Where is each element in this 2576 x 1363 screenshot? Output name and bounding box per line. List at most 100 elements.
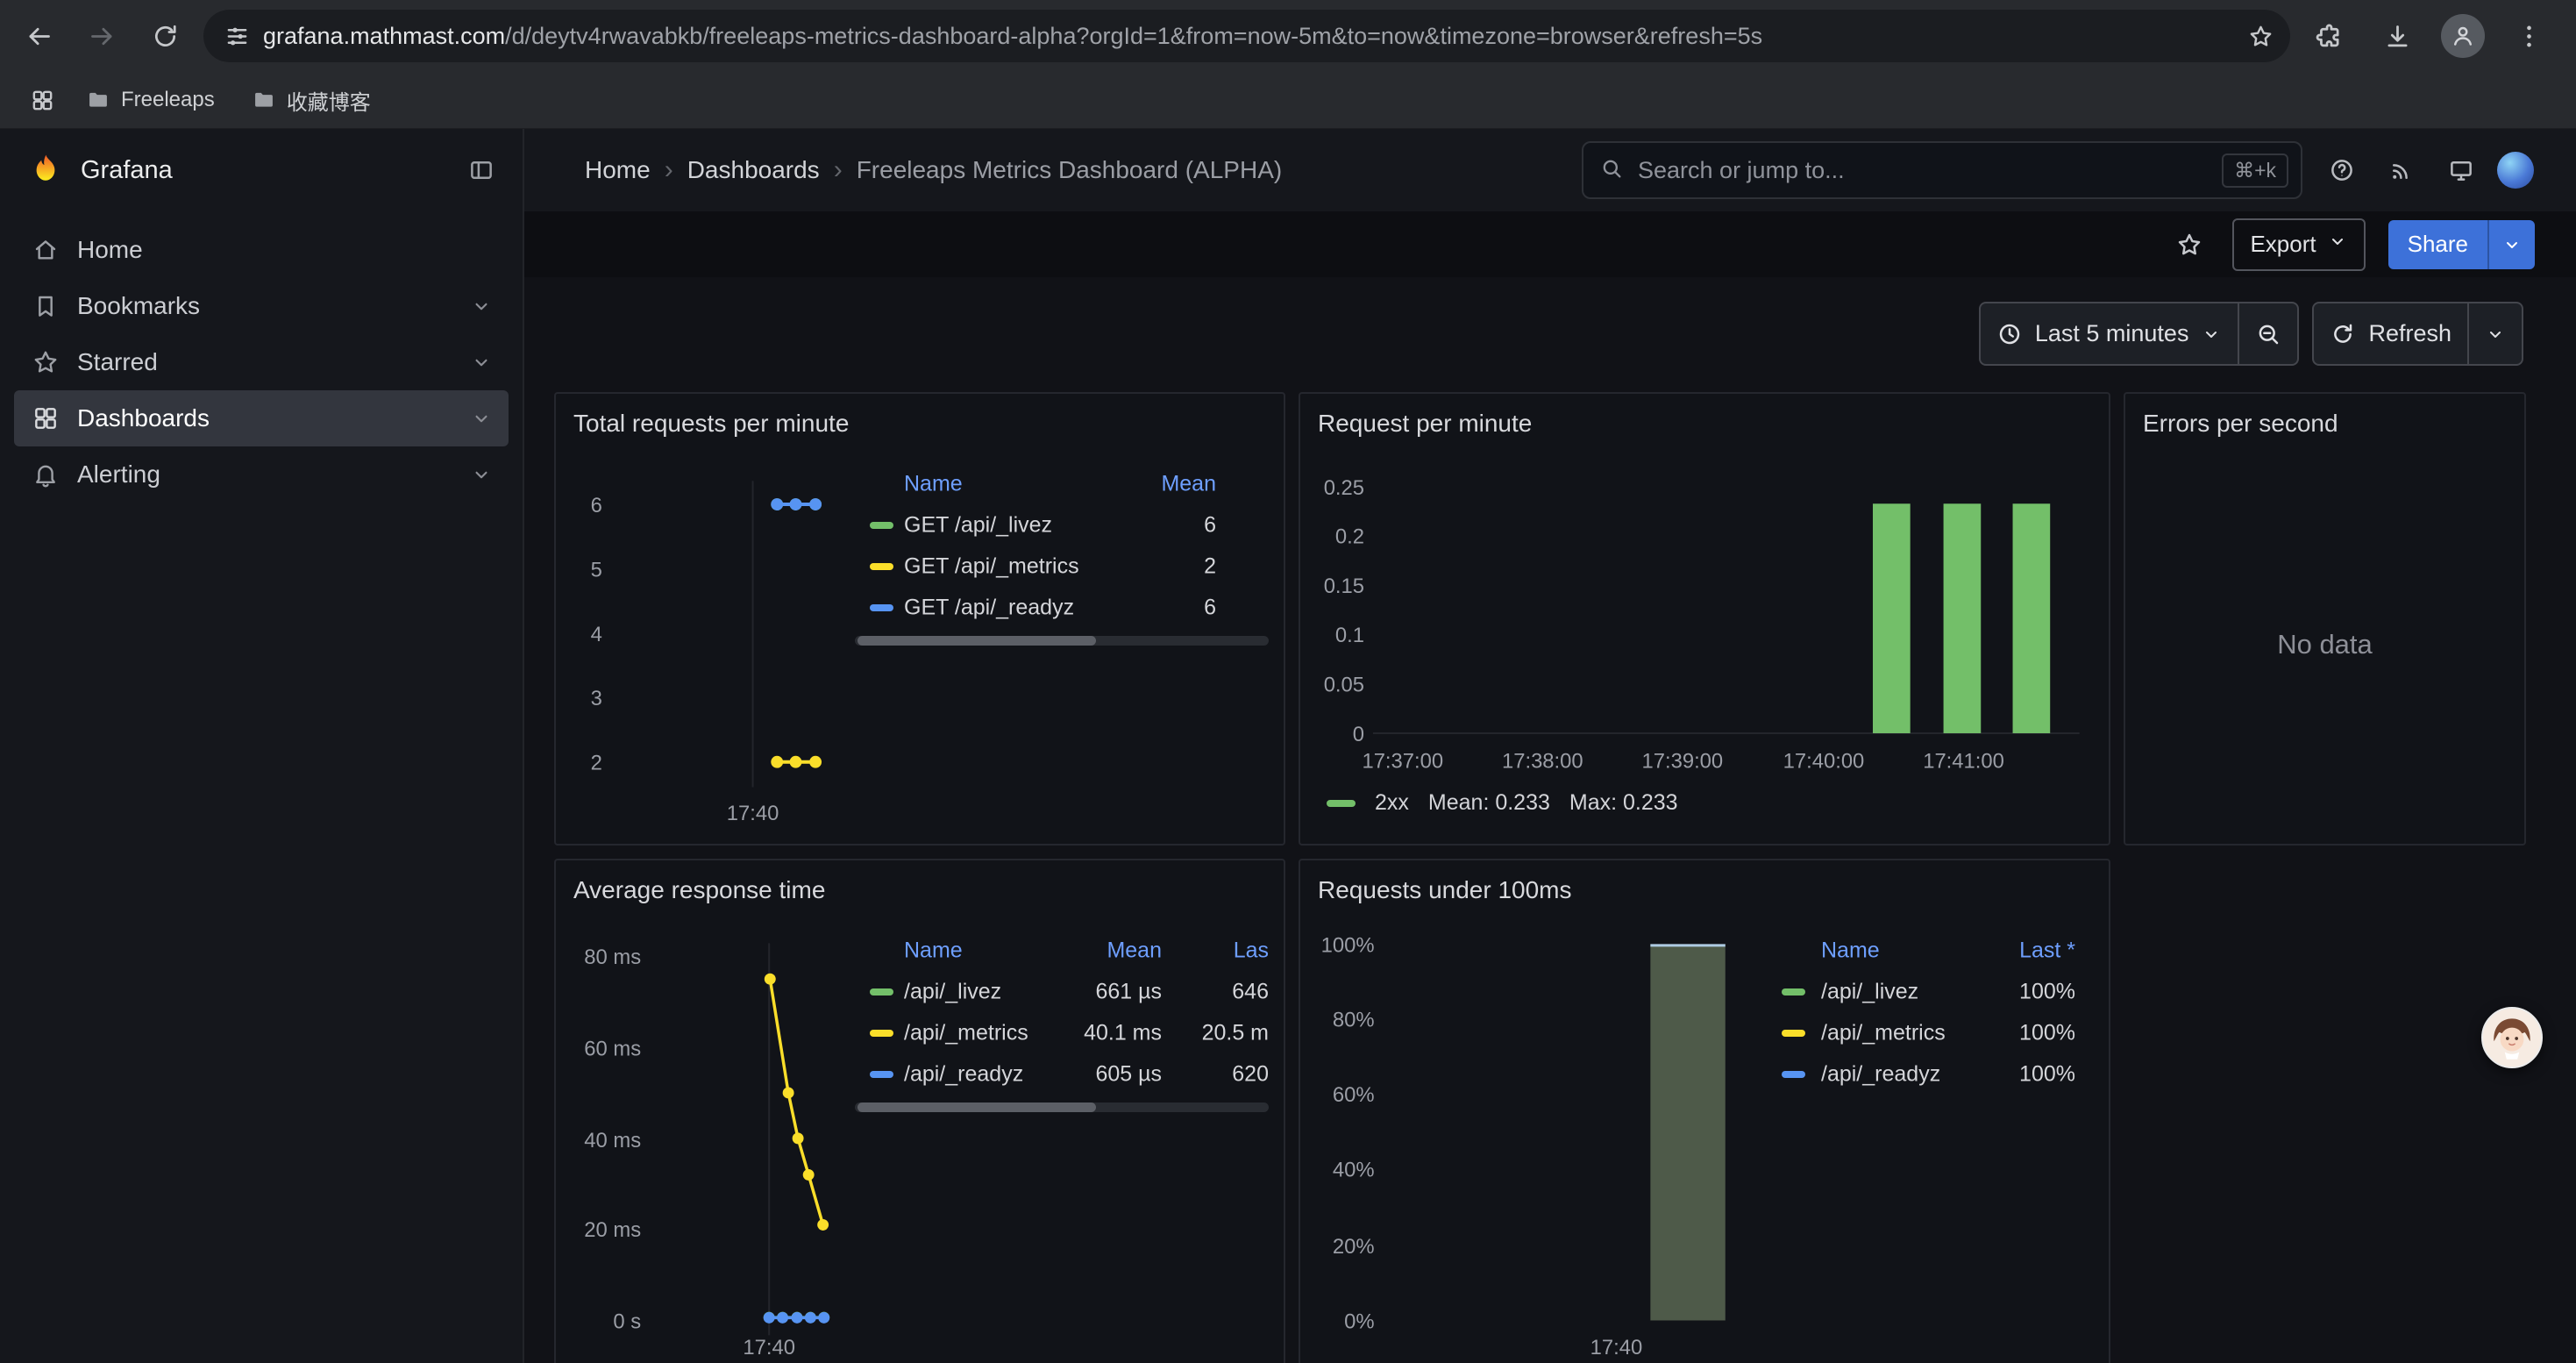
chevron-down-icon[interactable]	[470, 463, 493, 486]
breadcrumb-home[interactable]: Home	[585, 156, 651, 184]
legend-inline[interactable]: 2xx Mean: 0.233 Max: 0.233	[1327, 790, 1678, 816]
refresh-interval-dropdown[interactable]	[2469, 303, 2522, 364]
bookmark-folder-freeleaps[interactable]: Freeleaps	[72, 82, 229, 118]
chevron-down-icon[interactable]	[470, 295, 493, 318]
sidebar-item-starred[interactable]: Starred	[14, 334, 509, 390]
back-icon[interactable]	[14, 11, 63, 61]
legend-scrollbar[interactable]	[855, 636, 1269, 646]
bookmark-folder-blogs[interactable]: 收藏博客	[238, 80, 385, 121]
legend-row[interactable]: GET /api/_metrics 2	[855, 546, 1269, 587]
extensions-icon[interactable]	[2304, 11, 2353, 61]
legend-scrollbar[interactable]	[855, 1103, 1269, 1112]
series-point	[783, 1088, 794, 1099]
panel-title[interactable]: Average response time	[573, 876, 825, 904]
panel-title[interactable]: Total requests per minute	[573, 410, 849, 438]
breadcrumb-dashboards[interactable]: Dashboards	[687, 156, 820, 184]
scrollbar-thumb[interactable]	[857, 1103, 1096, 1112]
legend-col-mean[interactable]: Mean	[1107, 938, 1162, 964]
series-name: GET /api/_livez	[904, 512, 1052, 538]
bookmark-star-icon[interactable]	[2241, 17, 2280, 55]
legend-col-name[interactable]: Name	[904, 938, 963, 964]
panel-title[interactable]: Errors per second	[2143, 410, 2338, 438]
chevron-down-icon[interactable]	[470, 407, 493, 430]
legend-row[interactable]: /api/_readyz 100%	[1768, 1053, 2080, 1095]
favorite-star-icon[interactable]	[2169, 225, 2210, 265]
legend-row[interactable]: /api/_livez 661 µs 646	[855, 971, 1269, 1012]
legend-col-name[interactable]: Name	[1821, 938, 1880, 964]
legend-row[interactable]: GET /api/_livez 6	[855, 504, 1269, 546]
home-icon	[32, 236, 60, 264]
chevron-down-icon[interactable]	[470, 351, 493, 374]
url-text[interactable]: grafana.mathmast.com/d/deytv4rwavabkb/fr…	[263, 23, 2241, 50]
forward-icon[interactable]	[77, 11, 126, 61]
refresh-label: Refresh	[2368, 320, 2451, 347]
site-settings-icon[interactable]	[217, 17, 256, 55]
panel-total-requests-per-minute: Total requests per minute 6543217:40 Nam…	[554, 392, 1285, 846]
share-label[interactable]: Share	[2388, 220, 2487, 269]
legend-col-name[interactable]: Name	[904, 472, 963, 497]
panel-title[interactable]: Requests under 100ms	[1318, 876, 1572, 904]
bar	[1650, 944, 1725, 1320]
legend-row[interactable]: /api/_metrics 100%	[1768, 1012, 2080, 1053]
apps-grid-icon[interactable]	[21, 79, 63, 121]
browser-profile-avatar[interactable]	[2441, 14, 2485, 58]
grafana-logo-icon[interactable]	[26, 151, 65, 189]
legend-row[interactable]: /api/_livez 100%	[1768, 971, 2080, 1012]
series-point	[805, 1312, 816, 1324]
sidebar-item-home[interactable]: Home	[14, 222, 509, 278]
search-input[interactable]	[1636, 156, 2210, 185]
scrollbar-thumb[interactable]	[857, 636, 1096, 646]
tick-label: 80%	[1333, 1009, 1375, 1032]
tick-label: 60 ms	[584, 1038, 641, 1061]
sidebar-item-alerting[interactable]: Alerting	[14, 446, 509, 503]
legend-row[interactable]: /api/_metrics 40.1 ms 20.5 m	[855, 1012, 1269, 1053]
browser-menu-icon[interactable]	[2504, 11, 2553, 61]
legend-col-last[interactable]: Las	[1234, 938, 1269, 964]
url-bar[interactable]: grafana.mathmast.com/d/deytv4rwavabkb/fr…	[203, 10, 2290, 62]
panel-errors-per-second: Errors per second No data	[2124, 392, 2526, 846]
star-icon	[32, 348, 60, 376]
zoom-out-button[interactable]	[2239, 303, 2297, 364]
chevron-down-icon	[2201, 324, 2222, 345]
browser-nav-buttons	[14, 11, 189, 61]
rss-icon[interactable]	[2378, 146, 2425, 194]
series-point	[790, 498, 802, 510]
series-last: 20.5 m	[1202, 1020, 1269, 1045]
bar	[2013, 503, 2051, 733]
series-marker	[1782, 1071, 1805, 1078]
export-button[interactable]: Export	[2232, 218, 2365, 271]
refresh-button[interactable]: Refresh	[2314, 303, 2467, 364]
bookmark-icon	[32, 292, 60, 320]
dashboard-header: Export Share	[524, 211, 2576, 277]
legend-row[interactable]: /api/_readyz 605 µs 620	[855, 1053, 1269, 1095]
time-range-picker[interactable]: Last 5 minutes	[1981, 303, 2238, 364]
sidebar-item-bookmarks[interactable]: Bookmarks	[14, 278, 509, 334]
brand-name: Grafana	[81, 156, 444, 185]
legend-row[interactable]: GET /api/_readyz 6	[855, 587, 1269, 628]
series-mean: 2	[1204, 553, 1216, 579]
tick-label: 17:40	[1590, 1336, 1643, 1359]
assistant-avatar[interactable]	[2481, 1007, 2543, 1068]
legend-col-last[interactable]: Last *	[2019, 938, 2075, 964]
tick-label: 80 ms	[584, 946, 641, 969]
downloads-icon[interactable]	[2373, 11, 2422, 61]
tick-label: 0 s	[613, 1309, 641, 1333]
series-marker	[1782, 988, 1805, 995]
help-icon[interactable]	[2318, 146, 2366, 194]
share-dropdown-icon[interactable]	[2487, 220, 2535, 269]
reload-icon[interactable]	[140, 11, 189, 61]
series-line	[770, 979, 822, 1224]
share-button[interactable]: Share	[2388, 220, 2535, 269]
user-avatar[interactable]	[2497, 152, 2534, 189]
sidebar-item-dashboards[interactable]: Dashboards	[14, 390, 509, 446]
page-header: Home › Dashboards › Freeleaps Metrics Da…	[524, 129, 2576, 211]
tick-label: 17:39:00	[1642, 750, 1724, 774]
panel-title[interactable]: Request per minute	[1318, 410, 1532, 438]
tick-label: 20 ms	[584, 1218, 641, 1242]
collapse-sidebar-icon[interactable]	[459, 148, 503, 192]
monitor-icon[interactable]	[2437, 146, 2485, 194]
search-box[interactable]: ⌘+k	[1582, 141, 2302, 199]
legend-col-mean[interactable]: Mean	[1161, 472, 1216, 497]
bar-chart[interactable]: 0.250.20.150.10.05017:37:0017:38:0017:39…	[1300, 394, 2109, 844]
url-path: /d/deytv4rwavabkb/freeleaps-metrics-dash…	[505, 23, 1762, 49]
